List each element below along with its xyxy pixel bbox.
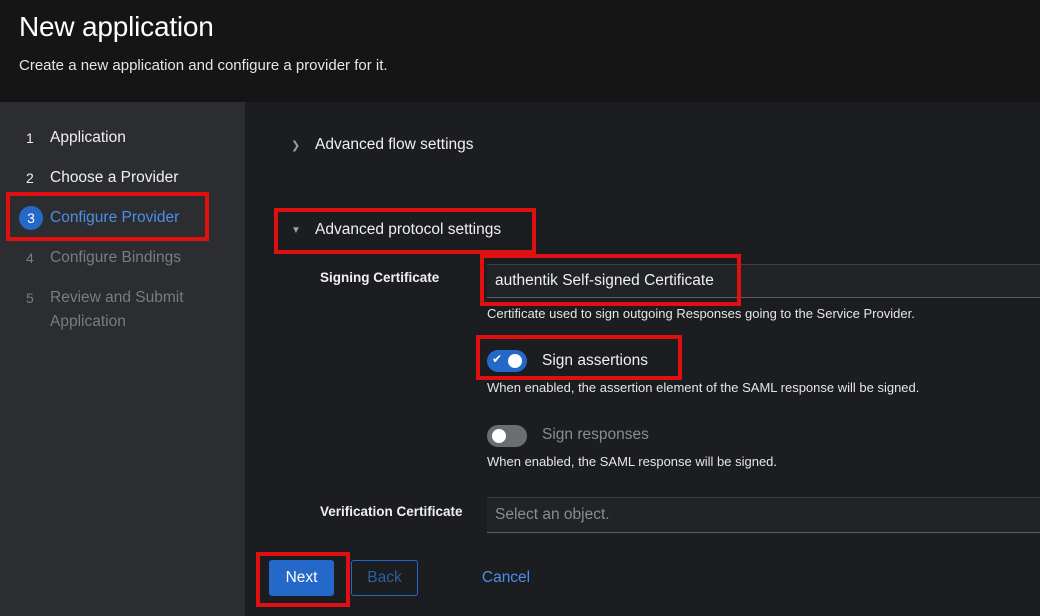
- step-current-badge: 3: [19, 206, 43, 230]
- cancel-button[interactable]: Cancel: [471, 560, 541, 596]
- chevron-down-icon: ▼: [291, 224, 301, 236]
- wizard-main-panel: ❯ Advanced flow settings ▼ Advanced prot…: [245, 102, 1040, 616]
- step-review-submit: 5 Review and Submit Application: [18, 286, 208, 334]
- sign-responses-help: When enabled, the SAML response will be …: [487, 454, 778, 469]
- step-choose-provider[interactable]: 2 Choose a Provider: [18, 166, 238, 190]
- step-application[interactable]: 1 Application: [18, 126, 238, 150]
- step-number: 2: [26, 170, 34, 186]
- select-placeholder: Select an object.: [495, 506, 610, 523]
- step-number: 5: [26, 290, 34, 306]
- step-number: 4: [26, 250, 34, 266]
- toggle-knob: [492, 429, 506, 443]
- advanced-protocol-settings-toggle[interactable]: ▼ Advanced protocol settings: [291, 221, 501, 239]
- step-number: 1: [26, 130, 34, 146]
- page-title: New application: [19, 11, 214, 42]
- step-label: Choose a Provider: [50, 169, 179, 186]
- signing-certificate-select[interactable]: authentik Self-signed Certificate: [487, 264, 1040, 298]
- step-label: Application: [50, 129, 126, 146]
- selected-value: authentik Self-signed Certificate: [495, 272, 714, 289]
- verification-certificate-select[interactable]: Select an object.: [487, 497, 1040, 533]
- sign-assertions-toggle[interactable]: ✔: [487, 350, 527, 372]
- sign-assertions-help: When enabled, the assertion element of t…: [487, 380, 920, 395]
- step-label: Configure Provider: [50, 209, 180, 226]
- sign-responses-toggle[interactable]: [487, 425, 527, 447]
- chevron-right-icon: ❯: [291, 139, 301, 152]
- back-button[interactable]: Back: [351, 560, 418, 596]
- step-configure-bindings: 4 Configure Bindings: [18, 246, 238, 270]
- signing-certificate-label: Signing Certificate: [320, 270, 440, 285]
- step-label: Review and Submit Application: [50, 289, 184, 330]
- step-label: Configure Bindings: [50, 249, 181, 266]
- section-label: Advanced flow settings: [315, 136, 474, 153]
- verification-certificate-label: Verification Certificate: [320, 504, 463, 519]
- signing-certificate-help: Certificate used to sign outgoing Respon…: [487, 306, 915, 321]
- next-button[interactable]: Next: [269, 560, 334, 596]
- page-subtitle: Create a new application and configure a…: [19, 57, 388, 74]
- page-header: New application Create a new application…: [0, 0, 1040, 102]
- toggle-knob: [508, 354, 522, 368]
- wizard-steps-nav: 1 Application 2 Choose a Provider 3 Conf…: [0, 102, 245, 616]
- step-configure-provider[interactable]: 3 Configure Provider: [18, 206, 238, 230]
- sign-responses-label: Sign responses: [542, 426, 649, 443]
- check-icon: ✔: [492, 352, 503, 366]
- section-label: Advanced protocol settings: [315, 221, 502, 238]
- sign-assertions-label: Sign assertions: [542, 352, 648, 369]
- advanced-flow-settings-toggle[interactable]: ❯ Advanced flow settings: [291, 136, 474, 154]
